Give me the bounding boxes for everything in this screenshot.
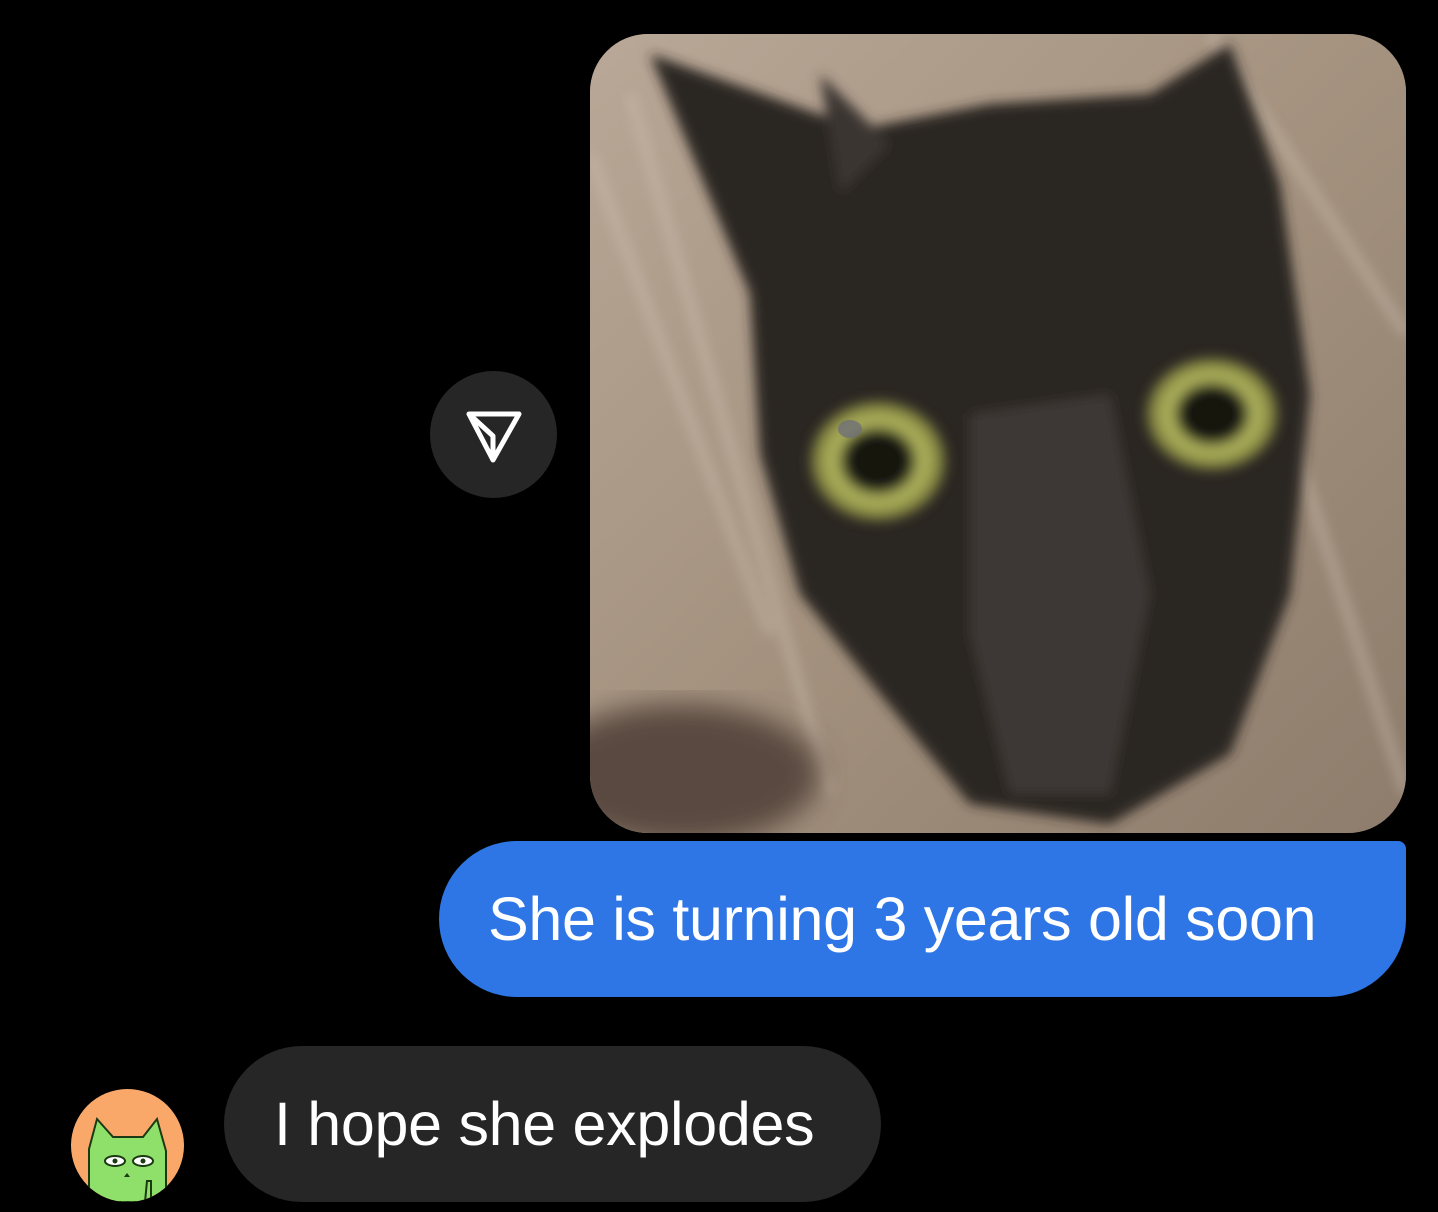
green-cat-avatar-icon <box>88 1116 167 1202</box>
outgoing-message-bubble[interactable]: She is turning 3 years old soon <box>439 841 1406 997</box>
message-text: She is turning 3 years old soon <box>488 885 1317 953</box>
share-button[interactable] <box>430 371 557 498</box>
chat-thread: She is turning 3 years old soon I hope s… <box>0 0 1438 1212</box>
message-text: I hope she explodes <box>274 1090 815 1158</box>
incoming-message-bubble[interactable]: I hope she explodes <box>224 1046 881 1202</box>
photo-message[interactable] <box>590 34 1406 833</box>
avatar[interactable] <box>71 1089 184 1202</box>
cat-photo <box>590 34 1406 833</box>
paper-plane-icon <box>466 411 521 462</box>
